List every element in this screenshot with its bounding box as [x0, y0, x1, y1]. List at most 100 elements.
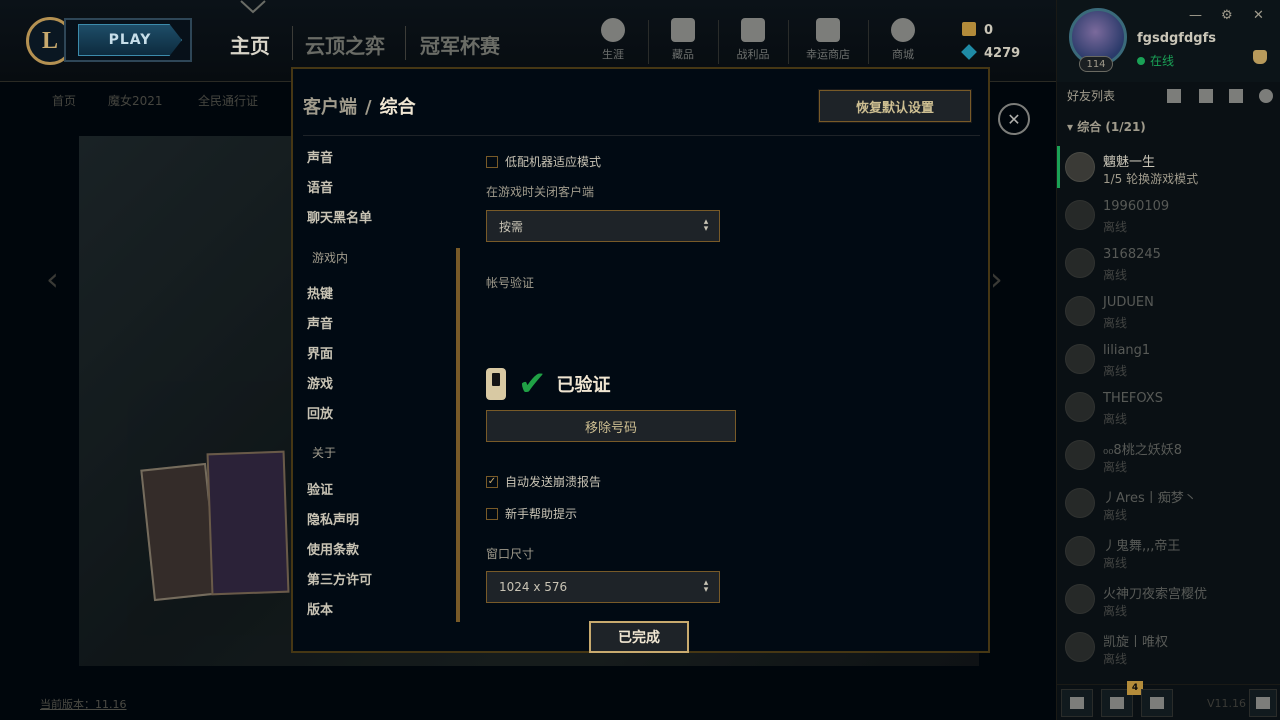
- sidebar-item-voice[interactable]: 语音: [307, 177, 333, 196]
- play-button-frame[interactable]: PLAY: [64, 18, 192, 62]
- microphone-icon: [1150, 697, 1164, 709]
- friend-item[interactable]: ₀₀8桃之妖妖8 离线: [1057, 434, 1280, 482]
- bell-icon[interactable]: [1253, 50, 1267, 64]
- sidebar-item-verification[interactable]: 验证: [307, 479, 333, 498]
- friend-item[interactable]: 火神刀夜索宫樱优 离线: [1057, 578, 1280, 626]
- sidebar-item-replays[interactable]: 回放: [307, 403, 333, 422]
- voice-button[interactable]: [1141, 689, 1173, 717]
- sidebar-item-terms[interactable]: 使用条款: [307, 539, 359, 558]
- settings-modal: 客户端 / 综合 恢复默认设置 声音 语音 聊天黑名单 游戏内 热键 声音 界面 游…: [291, 67, 990, 653]
- help-button[interactable]: [1249, 689, 1277, 717]
- close-icon[interactable]: ✕: [998, 103, 1030, 135]
- friend-item[interactable]: 丿鬼舞,,,帝王 离线: [1057, 530, 1280, 578]
- nav-collection[interactable]: 藏品: [648, 18, 718, 66]
- nav-loot[interactable]: 战利品: [718, 18, 788, 66]
- friend-item[interactable]: JUDUEN 离线: [1057, 290, 1280, 338]
- crash-report-checkbox[interactable]: ✓: [486, 475, 498, 488]
- tab-home[interactable]: 主页: [230, 30, 270, 59]
- minimize-icon[interactable]: —: [1189, 8, 1202, 23]
- sidebar-scrollbar[interactable]: [456, 248, 460, 622]
- close-window-icon[interactable]: ✕: [1253, 8, 1264, 23]
- modal-title: 客户端 / 综合: [303, 97, 416, 118]
- avatar: [1065, 488, 1095, 518]
- loot-icon: [741, 18, 765, 42]
- low-spec-mode-option[interactable]: 低配机器适应模式: [486, 153, 601, 170]
- footer-divider: [693, 651, 978, 652]
- sidebar-item-third-party[interactable]: 第三方许可: [307, 569, 372, 588]
- avatar: [1065, 440, 1095, 470]
- verified-text: 已验证: [556, 375, 611, 396]
- friends-header: 好友列表: [1057, 84, 1280, 108]
- avatar: [1065, 392, 1095, 422]
- client-version: V11.16: [1207, 697, 1247, 710]
- avatar: [1065, 536, 1095, 566]
- nav-lucky-shop[interactable]: 幸运商店: [793, 18, 863, 66]
- done-button[interactable]: 已完成: [589, 621, 689, 653]
- rp-icon: [962, 22, 976, 36]
- sidebar-item-chat-blocklist[interactable]: 聊天黑名单: [307, 207, 372, 226]
- help-icon: [1256, 697, 1270, 709]
- online-status[interactable]: 在线: [1137, 52, 1174, 69]
- friend-item[interactable]: 凯旋丨唯权 离线: [1057, 626, 1280, 674]
- rp-balance[interactable]: 0: [962, 22, 993, 38]
- sidebar-item-interface[interactable]: 界面: [307, 343, 333, 362]
- window-size-label: 窗口尺寸: [486, 547, 535, 561]
- avatar: [1065, 152, 1095, 182]
- sidebar-group-ingame: 游戏内: [312, 251, 349, 265]
- friend-item[interactable]: liliang1 离线: [1057, 338, 1280, 386]
- avatar: [1065, 248, 1095, 278]
- search-icon[interactable]: [1259, 89, 1273, 103]
- done-button-frame: 已完成: [589, 621, 693, 657]
- nav-profile[interactable]: 生涯: [578, 18, 648, 66]
- sidebar-item-sound[interactable]: 声音: [307, 147, 333, 166]
- sidebar-item-ingame-sound[interactable]: 声音: [307, 313, 333, 332]
- tutorial-tips-checkbox[interactable]: [486, 507, 498, 520]
- checkmark-icon: ✔: [518, 364, 547, 404]
- friend-group-header[interactable]: ▾ 综合 (1/21): [1067, 118, 1146, 135]
- carousel-right-icon: ›: [990, 260, 1003, 298]
- breadcrumb-client: 客户端: [303, 97, 357, 118]
- tab-clash[interactable]: 冠军杯赛: [420, 30, 500, 59]
- low-spec-checkbox[interactable]: [486, 155, 498, 168]
- sidebar-item-privacy[interactable]: 隐私声明: [307, 509, 359, 528]
- verification-status: ✔ 已验证: [486, 367, 611, 401]
- close-client-label: 在游戏时关闭客户端: [486, 185, 595, 199]
- sidebar-item-game[interactable]: 游戏: [307, 373, 333, 392]
- nav-store[interactable]: 商城: [868, 18, 938, 66]
- friend-item[interactable]: THEFOXS 离线: [1057, 386, 1280, 434]
- add-folder-icon[interactable]: [1199, 89, 1213, 103]
- list-sort-icon[interactable]: [1229, 89, 1243, 103]
- select-caret-icon: ▴ ▾: [703, 217, 709, 234]
- gear-icon[interactable]: ⚙: [1221, 8, 1233, 23]
- avatar: [1065, 296, 1095, 326]
- sidebar-group-about: 关于: [312, 446, 337, 460]
- avatar: [1065, 632, 1095, 662]
- window-size-select[interactable]: 1024 x 576 ▴ ▾: [486, 571, 720, 603]
- patch-notes-link[interactable]: 当前版本：11.16: [40, 696, 127, 712]
- summoner-name[interactable]: fgsdgfdgfs: [1137, 31, 1216, 46]
- tab-tft[interactable]: 云顶之弈: [305, 30, 385, 59]
- carousel-left-icon: ‹: [46, 260, 59, 298]
- blue-essence-icon: [961, 44, 977, 60]
- reset-defaults-button[interactable]: 恢复默认设置: [818, 89, 972, 123]
- friend-item[interactable]: 3168245 离线: [1057, 242, 1280, 290]
- sidebar-item-hotkeys[interactable]: 热键: [307, 283, 333, 302]
- remove-number-button[interactable]: 移除号码: [486, 410, 736, 442]
- chat-button[interactable]: [1061, 689, 1093, 717]
- close-client-select[interactable]: 按需 ▴ ▾: [486, 210, 720, 242]
- nav-divider: [405, 26, 406, 60]
- friend-item[interactable]: 丿Ares丨痴梦丶 离线: [1057, 482, 1280, 530]
- chat-icon: [1070, 697, 1084, 709]
- play-button[interactable]: PLAY: [78, 24, 182, 56]
- tutorial-tips-option[interactable]: 新手帮助提示: [486, 505, 577, 522]
- add-friend-icon[interactable]: [1167, 89, 1181, 103]
- icon-divider: [788, 20, 789, 64]
- avatar: [1065, 200, 1095, 230]
- friend-item[interactable]: 魑魅一生 1/5 轮换游戏模式: [1057, 146, 1280, 194]
- avatar: [1065, 584, 1095, 614]
- friend-item[interactable]: 19960109 离线: [1057, 194, 1280, 242]
- social-panel: 114 fgsdgfdgfs 在线 — ⚙ ✕ 好友列表 ▾ 综合 (1/21)…: [1056, 0, 1280, 720]
- sidebar-item-version[interactable]: 版本: [307, 599, 333, 618]
- crash-report-option[interactable]: ✓ 自动发送崩溃报告: [486, 473, 601, 490]
- be-balance[interactable]: 4279: [961, 44, 1020, 61]
